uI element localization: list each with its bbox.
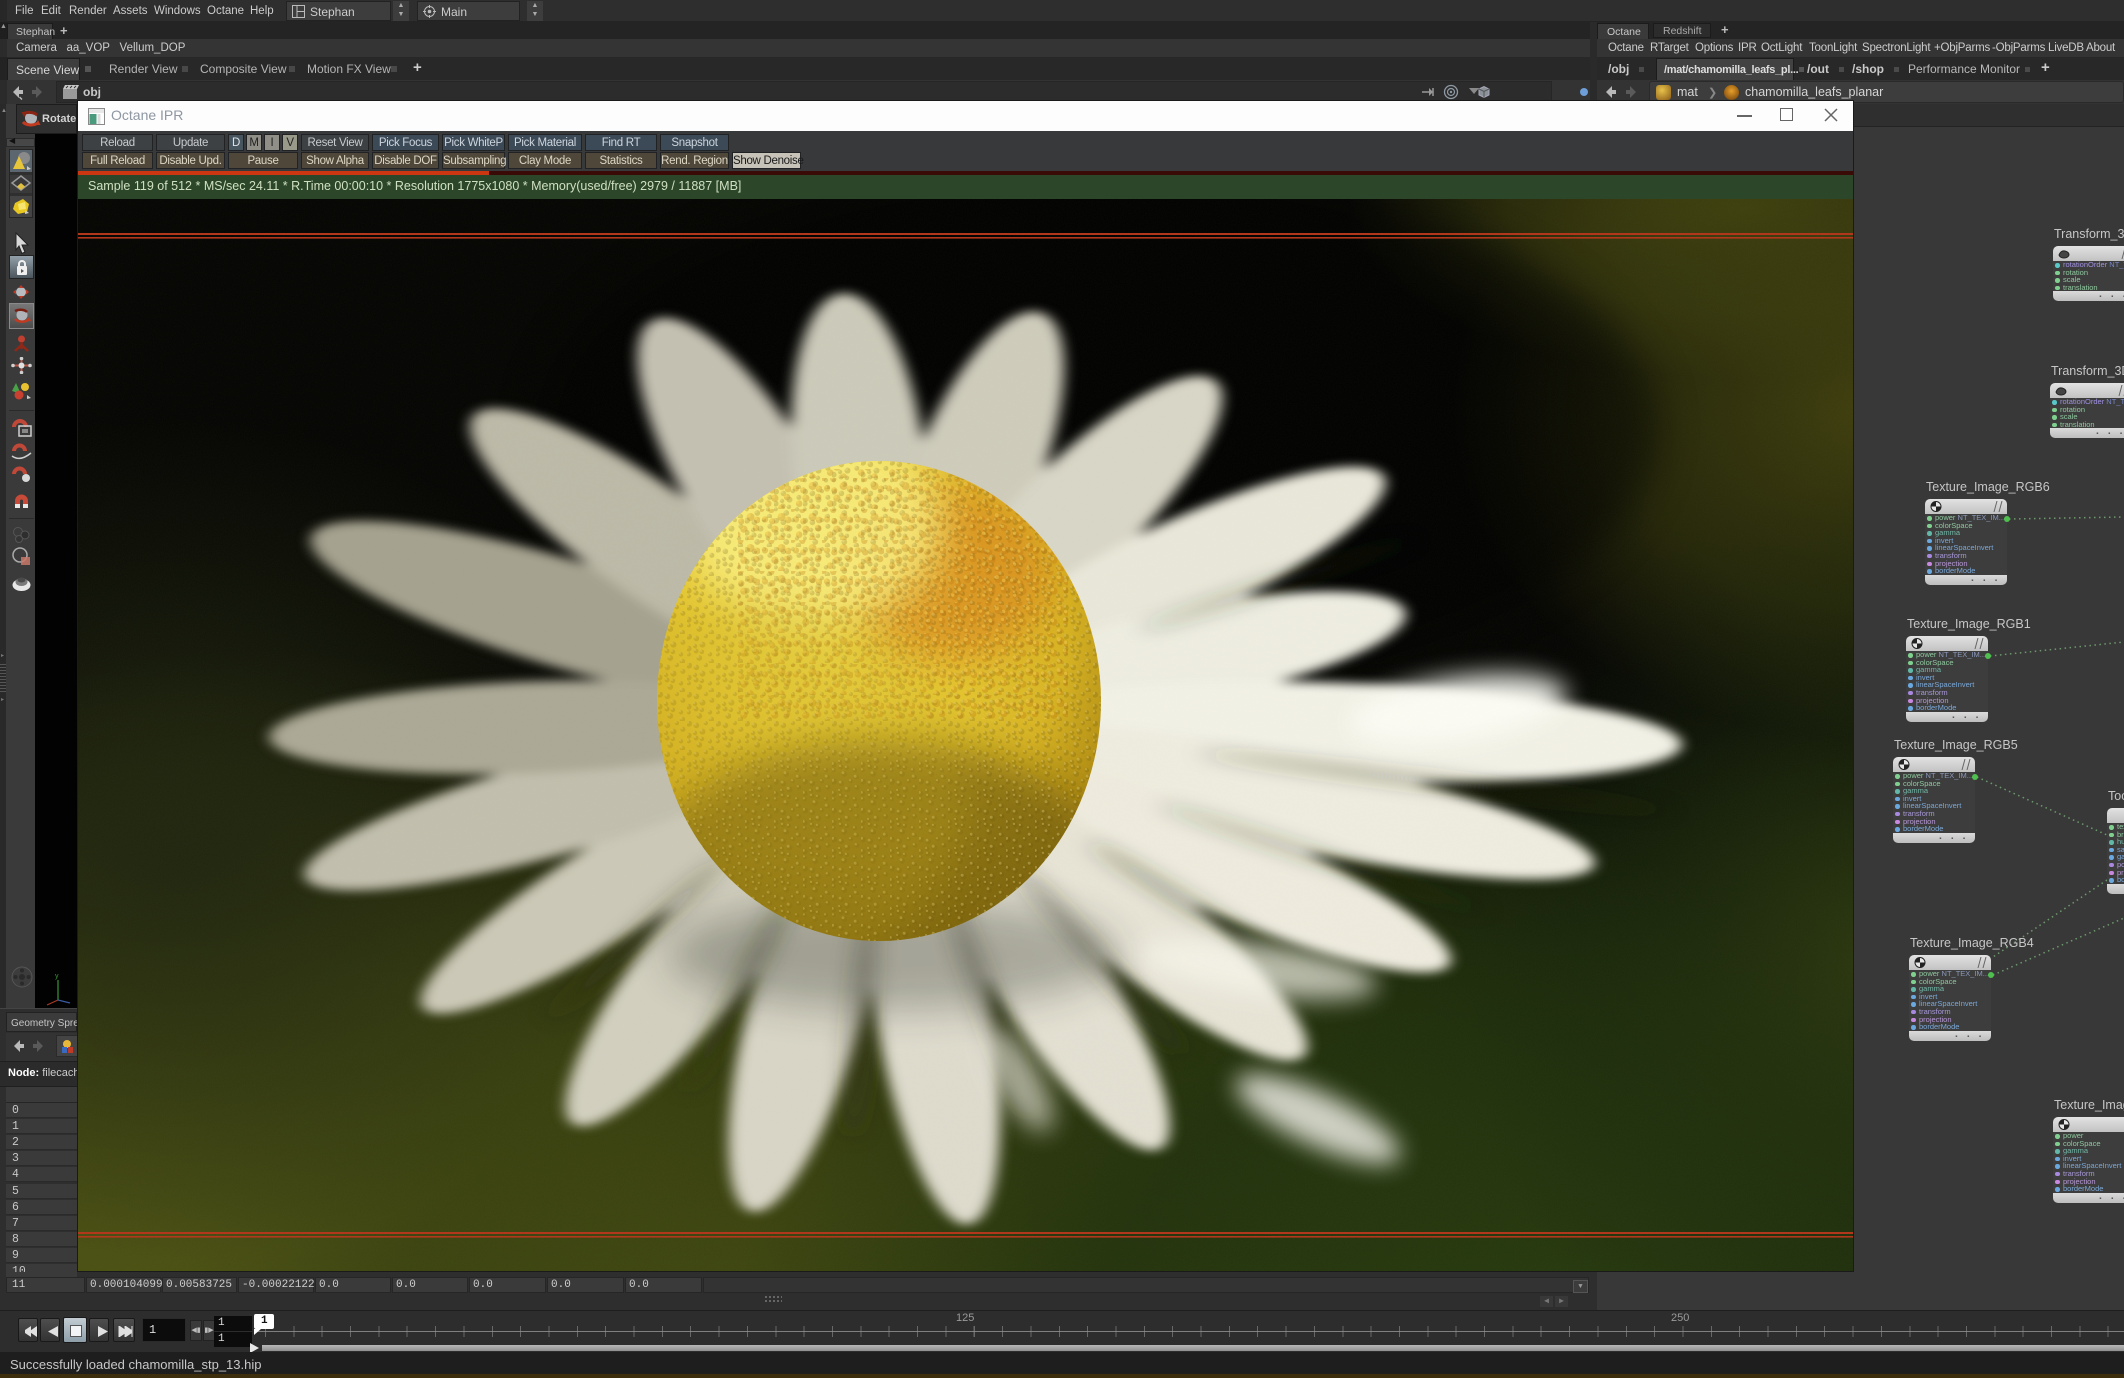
- svg-text:y: y: [55, 973, 59, 980]
